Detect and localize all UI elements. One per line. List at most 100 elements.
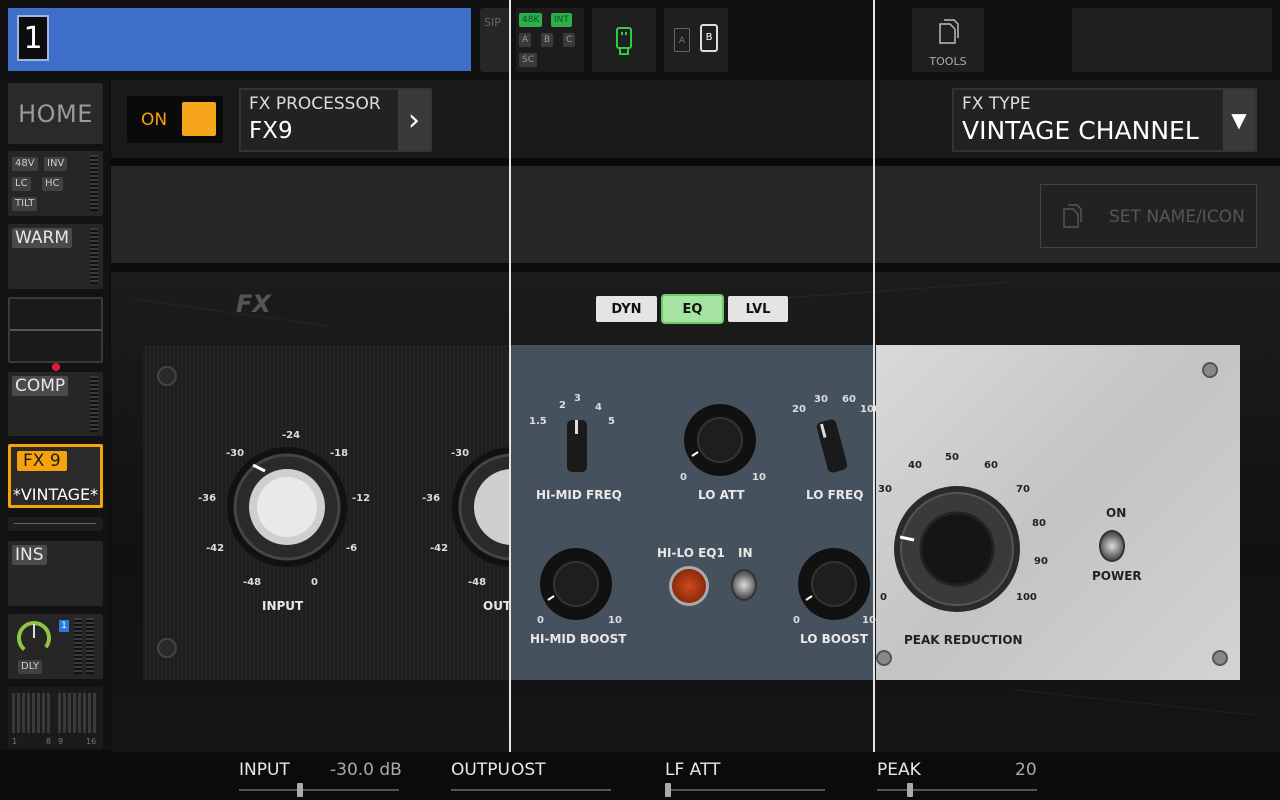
power-toggle[interactable] <box>1099 530 1125 562</box>
channel-strip-selector[interactable] <box>8 8 471 71</box>
peak-tick-100: 100 <box>1016 592 1037 603</box>
eq-mini-line <box>14 523 96 524</box>
hi-mid-boost-label: HI-MID BOOST <box>530 632 627 646</box>
peak-reduction-knob[interactable] <box>892 484 1022 614</box>
input-tick-30: -30 <box>226 448 245 459</box>
lo-freq-selector[interactable] <box>812 416 852 476</box>
lf-att-param-thumb[interactable] <box>665 783 671 797</box>
tools-button[interactable]: TOOLS <box>912 8 984 72</box>
input-tick-6: -6 <box>346 543 358 554</box>
tilt-tag: TILT <box>12 197 38 211</box>
input-tick-48: -48 <box>243 577 262 588</box>
hi-mid-tick-4: 4 <box>595 402 602 413</box>
screw-icon <box>157 638 177 658</box>
ins-block[interactable]: INS <box>8 541 103 606</box>
screw-icon <box>876 650 892 666</box>
sip-button[interactable]: SIP <box>480 8 510 72</box>
input-param-slider[interactable] <box>239 789 399 791</box>
comp-block[interactable]: COMP <box>8 372 103 436</box>
hi-mid-tick-1-5: 1.5 <box>529 416 547 427</box>
hi-mid-tick-3: 3 <box>574 393 581 404</box>
input-tick-24: -24 <box>282 430 301 441</box>
input-tick-0: 0 <box>311 577 318 588</box>
tools-icon <box>939 19 959 44</box>
peak-param-thumb[interactable] <box>907 783 913 797</box>
dly-meter-left <box>74 618 82 674</box>
lo-att-label: LO ATT <box>698 488 745 502</box>
document-icon <box>1063 204 1082 228</box>
eq-mini-block[interactable] <box>8 517 103 531</box>
lf-att-param-slider[interactable] <box>665 789 825 791</box>
hi-lo-eq1-button[interactable] <box>669 566 709 606</box>
panel-divider <box>509 0 511 800</box>
tab-dyn[interactable]: DYN <box>596 296 657 322</box>
on-indicator <box>182 102 216 136</box>
hi-mid-boost-min: 0 <box>537 615 544 626</box>
fx-processor-value: FX9 <box>249 118 293 144</box>
chevron-right-icon[interactable]: › <box>398 90 430 150</box>
lo-boost-label: LO BOOST <box>800 632 868 646</box>
peak-param-label: PEAK <box>877 760 921 780</box>
hi-lo-eq1-label: HI-LO EQ1 <box>657 546 725 560</box>
gate-curve-line <box>10 329 101 331</box>
tools-label: TOOLS <box>929 55 967 68</box>
output-tick-42: -42 <box>430 543 449 554</box>
sync-tag-b: B <box>541 33 554 47</box>
bus-scale-16: 16 <box>86 737 97 746</box>
insert-point-indicator <box>52 363 60 371</box>
top-right-display[interactable] <box>1072 8 1272 72</box>
input-knob-label: INPUT <box>262 599 304 613</box>
output-param-slider[interactable] <box>451 789 611 791</box>
eq-in-toggle[interactable] <box>731 569 757 601</box>
fx-type-value: VINTAGE CHANNEL <box>962 116 1199 145</box>
peak-param-slider[interactable] <box>877 789 1037 791</box>
input-tick-18: -18 <box>330 448 349 459</box>
phantom-tag: 48V <box>12 157 38 171</box>
chevron-down-icon[interactable]: ▼ <box>1223 90 1255 150</box>
hi-mid-boost-knob[interactable] <box>538 546 614 622</box>
dly-label: DLY <box>18 660 43 674</box>
input-param-thumb[interactable] <box>297 783 303 797</box>
peak-tick-0: 0 <box>880 592 887 603</box>
set-name-icon-button[interactable]: SET NAME/ICON <box>1040 184 1257 248</box>
peak-tick-40: 40 <box>908 460 922 471</box>
fx-processor-selector[interactable]: FX PROCESSOR FX9 › <box>239 88 432 152</box>
screw-icon <box>157 366 177 386</box>
screw-icon <box>1212 650 1228 666</box>
fx-slot-label: FX 9 <box>17 451 67 471</box>
peak-tick-30: 30 <box>878 484 892 495</box>
lf-att-param-label: LF ATT <box>665 760 721 780</box>
gate-block[interactable] <box>8 297 103 363</box>
dly-block[interactable]: DLY 1 <box>8 614 103 679</box>
tab-eq[interactable]: EQ <box>663 296 722 322</box>
hi-mid-tick-5: 5 <box>608 416 615 427</box>
lo-boost-knob[interactable] <box>796 546 872 622</box>
output-tick-48: -48 <box>468 577 487 588</box>
hi-mid-tick-2: 2 <box>559 400 566 411</box>
usb-button[interactable] <box>592 8 656 72</box>
peak-tick-70: 70 <box>1016 484 1030 495</box>
fx-type-dropdown[interactable]: FX TYPE VINTAGE CHANNEL ▼ <box>952 88 1257 152</box>
fx-slot-block[interactable]: FX 9 *VINTAGE* <box>8 444 103 508</box>
output-knob[interactable] <box>450 445 510 569</box>
lo-att-knob[interactable] <box>682 402 758 478</box>
peak-tick-50: 50 <box>945 452 959 463</box>
sync-status-panel[interactable]: 48K INT A B C SC <box>516 8 584 72</box>
fx-on-button[interactable]: ON <box>127 96 223 143</box>
sync-tag-a: A <box>519 33 532 47</box>
high-cut-tag: HC <box>42 177 63 191</box>
output-knob-label: OUT <box>483 599 512 613</box>
card-slot-button[interactable]: A B <box>664 8 728 72</box>
input-knob[interactable] <box>225 445 349 569</box>
in-label: IN <box>738 546 753 560</box>
low-cut-tag: LC <box>12 177 31 191</box>
comp-label: COMP <box>12 376 69 396</box>
bus-meter-block[interactable]: 1 8 9 16 <box>8 687 103 749</box>
hi-mid-freq-selector[interactable] <box>557 416 597 476</box>
warm-block[interactable]: WARM <box>8 224 103 289</box>
home-button[interactable]: HOME <box>8 83 103 144</box>
fx-type-caption: FX TYPE <box>962 94 1031 114</box>
tab-lvl[interactable]: LVL <box>728 296 788 322</box>
preamp-block[interactable]: 48V INV LC HC TILT <box>8 151 103 216</box>
card-slot-a: A <box>674 28 690 52</box>
